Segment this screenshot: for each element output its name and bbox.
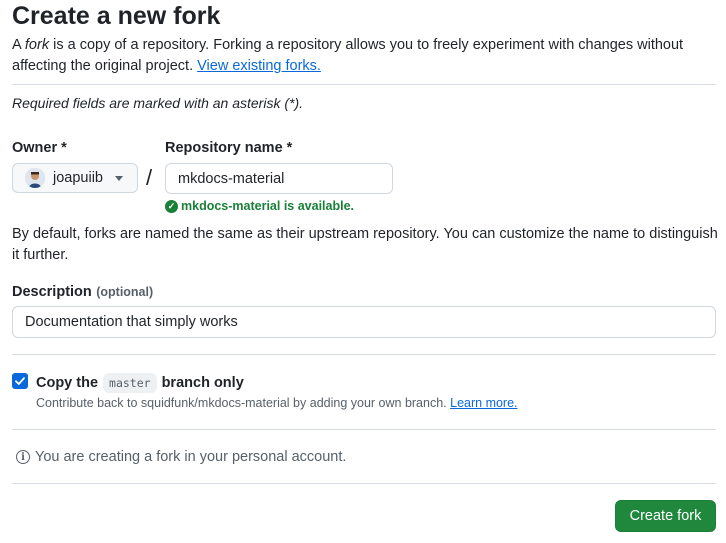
copy-branch-label[interactable]: Copy the master branch only <box>36 373 244 393</box>
check-circle-icon: ✓ <box>165 199 178 213</box>
description-label: Description <box>12 284 92 300</box>
page-title: Create a new fork <box>12 2 221 30</box>
intro-emphasis: fork <box>24 37 50 53</box>
availability-text: mkdocs-material is available. <box>181 199 355 213</box>
branch-name-code: master <box>103 373 157 393</box>
copy-branch-checkbox[interactable] <box>12 373 28 389</box>
owner-select[interactable]: joapuiib <box>12 163 138 193</box>
chevron-down-icon <box>115 175 123 181</box>
owner-name: joapuiib <box>53 170 103 186</box>
personal-account-info: i You are creating a fork in your person… <box>16 449 346 465</box>
owner-label: Owner * <box>12 140 67 156</box>
required-fields-note: Required fields are marked with an aster… <box>12 95 304 111</box>
intro-text: A fork is a copy of a repository. Forkin… <box>12 35 718 77</box>
learn-more-link[interactable]: Learn more. <box>450 396 517 410</box>
intro-prefix: A <box>12 37 25 53</box>
repository-name-label: Repository name * <box>165 140 293 156</box>
info-text: You are creating a fork in your personal… <box>35 449 347 465</box>
copy-branch-label-prefix: Copy the <box>36 375 99 391</box>
divider-bottom <box>12 483 716 484</box>
copy-branch-label-suffix: branch only <box>161 375 244 391</box>
info-icon: i <box>16 450 30 464</box>
description-label-row: Description (optional) <box>12 283 153 301</box>
copy-branch-hint-text: Contribute back to squidfunk/mkdocs-mate… <box>36 396 447 410</box>
optional-tag: (optional) <box>96 285 154 299</box>
owner-repo-separator: / <box>146 165 153 190</box>
availability-status: ✓ mkdocs-material is available. <box>165 199 354 213</box>
view-existing-forks-link[interactable]: View existing forks. <box>197 58 321 74</box>
checkmark-icon <box>15 377 25 385</box>
repository-name-input[interactable] <box>165 163 393 194</box>
intro-suffix: is a copy of a repository. Forking a rep… <box>12 37 684 74</box>
divider-middle <box>12 354 716 355</box>
divider-info <box>12 429 716 430</box>
avatar-image <box>25 168 45 188</box>
owner-avatar <box>25 168 45 188</box>
create-fork-button[interactable]: Create fork <box>615 500 716 532</box>
naming-note: By default, forks are named the same as … <box>12 226 718 263</box>
divider-top <box>12 84 716 85</box>
description-input[interactable] <box>12 306 716 338</box>
copy-branch-hint: Contribute back to squidfunk/mkdocs-mate… <box>36 396 518 410</box>
